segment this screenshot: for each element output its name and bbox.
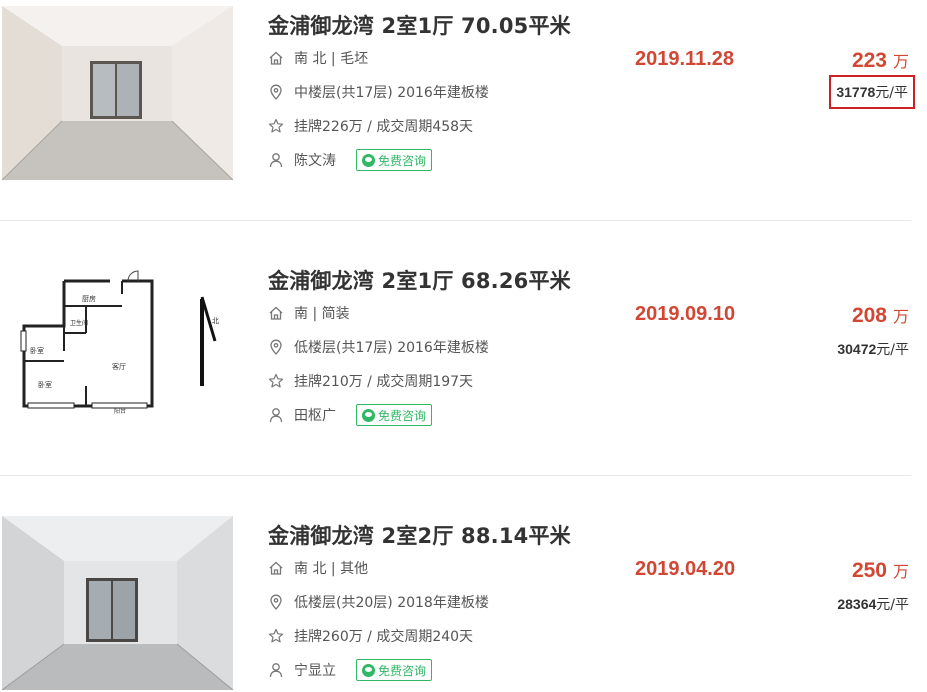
listing-photo[interactable]: [2, 6, 233, 180]
floorplan-label-kitchen: 厨房: [82, 294, 96, 303]
deal-cycle-text: 挂牌226万 / 成交周期458天: [294, 119, 474, 135]
user-icon: [268, 407, 284, 423]
position-info: 中楼层(共17层) 2016年建板楼: [268, 82, 489, 102]
total-price: 250 万: [852, 558, 909, 583]
deal-cycle-info: 挂牌226万 / 成交周期458天: [268, 116, 473, 136]
house-info-text: 南 | 简装: [294, 306, 350, 322]
deal-date: 2019.09.10: [635, 303, 736, 325]
house-info: 南 北 | 毛坯: [268, 48, 368, 68]
agent-name[interactable]: 宁显立: [294, 660, 336, 680]
free-consult-button[interactable]: 免费咨询: [356, 659, 433, 681]
wechat-icon: [362, 408, 375, 422]
wechat-icon: [362, 153, 375, 167]
unit-price-value: 30472: [837, 341, 877, 357]
floorplan-label-balcony: 阳台: [114, 407, 126, 415]
deal-cycle-info: 挂牌260万 / 成交周期240天: [268, 626, 473, 646]
divider: [0, 475, 911, 476]
house-info-text: 南 北 | 其他: [294, 561, 369, 577]
agent-info: 田枢广 免费咨询: [268, 404, 433, 426]
wechat-icon: [362, 663, 375, 677]
total-price-unit: 万: [892, 562, 909, 581]
floorplan-label-bed2: 卧室: [38, 380, 52, 389]
consult-label: 免费咨询: [378, 663, 427, 678]
position-info-text: 低楼层(共17层) 2016年建板楼: [294, 340, 489, 356]
listing-title[interactable]: 金浦御龙湾 2室1厅 70.05平米: [268, 10, 571, 40]
house-info: 南 | 简装: [268, 303, 350, 323]
consult-label: 免费咨询: [378, 408, 427, 423]
unit-price: 30472元/平: [837, 339, 909, 359]
free-consult-button[interactable]: 免费咨询: [356, 149, 433, 171]
unit-price-unit: 元/平: [875, 85, 908, 101]
listing-photo[interactable]: [2, 516, 233, 690]
listing-item: 金浦御龙湾 2室1厅 70.05平米 南 北 | 毛坯 中楼层(共17层) 20…: [0, 6, 927, 206]
consult-label: 免费咨询: [378, 153, 427, 168]
location-icon: [268, 594, 284, 610]
unit-price-unit: 元/平: [876, 597, 909, 613]
house-info-text: 南 北 | 毛坯: [294, 51, 369, 67]
house-icon: [268, 50, 284, 66]
star-icon: [268, 373, 284, 389]
listing-floorplan[interactable]: 厨房 卫生间 卧室 卧室 客厅 阳台 北: [2, 261, 233, 435]
agent-name[interactable]: 田枢广: [294, 405, 336, 425]
house-info: 南 北 | 其他: [268, 558, 368, 578]
user-icon: [268, 152, 284, 168]
position-info: 低楼层(共20层) 2018年建板楼: [268, 592, 489, 612]
listing-title[interactable]: 金浦御龙湾 2室2厅 88.14平米: [268, 520, 571, 550]
total-price-value: 208: [851, 304, 887, 327]
deal-cycle-text: 挂牌260万 / 成交周期240天: [294, 629, 474, 645]
unit-price-value: 31778: [836, 84, 876, 100]
agent-info: 陈文涛 免费咨询: [268, 149, 433, 171]
position-info-text: 中楼层(共17层) 2016年建板楼: [294, 85, 489, 101]
unit-price-value: 28364: [837, 596, 877, 612]
floorplan-label-living: 客厅: [112, 362, 126, 371]
free-consult-button[interactable]: 免费咨询: [356, 404, 433, 426]
floorplan-label-north: 北: [212, 317, 219, 325]
position-info-text: 低楼层(共20层) 2018年建板楼: [294, 595, 489, 611]
unit-price-unit: 元/平: [876, 342, 909, 358]
total-price-unit: 万: [892, 307, 909, 326]
listing-item: 金浦御龙湾 2室2厅 88.14平米 南 北 | 其他 低楼层(共20层) 20…: [0, 516, 927, 692]
location-icon: [268, 339, 284, 355]
star-icon: [268, 118, 284, 134]
floorplan-label-bed1: 卧室: [30, 346, 44, 355]
agent-name[interactable]: 陈文涛: [294, 150, 336, 170]
deal-cycle-info: 挂牌210万 / 成交周期197天: [268, 371, 473, 391]
total-price: 208 万: [852, 303, 909, 328]
deal-date: 2019.04.20: [635, 558, 736, 580]
unit-price: 28364元/平: [837, 594, 909, 614]
listing-title[interactable]: 金浦御龙湾 2室1厅 68.26平米: [268, 265, 571, 295]
agent-info: 宁显立 免费咨询: [268, 659, 433, 681]
total-price-value: 250: [851, 559, 887, 582]
unit-price-highlighted: 31778元/平: [829, 75, 915, 109]
location-icon: [268, 84, 284, 100]
floorplan-label-bath: 卫生间: [70, 319, 88, 327]
house-icon: [268, 305, 284, 321]
total-price-value: 223: [851, 49, 887, 72]
position-info: 低楼层(共17层) 2016年建板楼: [268, 337, 489, 357]
user-icon: [268, 662, 284, 678]
house-icon: [268, 560, 284, 576]
total-price: 223 万: [852, 48, 909, 73]
deal-date: 2019.11.28: [635, 48, 734, 70]
deal-cycle-text: 挂牌210万 / 成交周期197天: [294, 374, 474, 390]
star-icon: [268, 628, 284, 644]
divider: [0, 220, 911, 221]
total-price-unit: 万: [892, 52, 909, 71]
listing-item: 厨房 卫生间 卧室 卧室 客厅 阳台 北 金浦御龙湾 2室1厅 68.26平米 …: [0, 261, 927, 461]
